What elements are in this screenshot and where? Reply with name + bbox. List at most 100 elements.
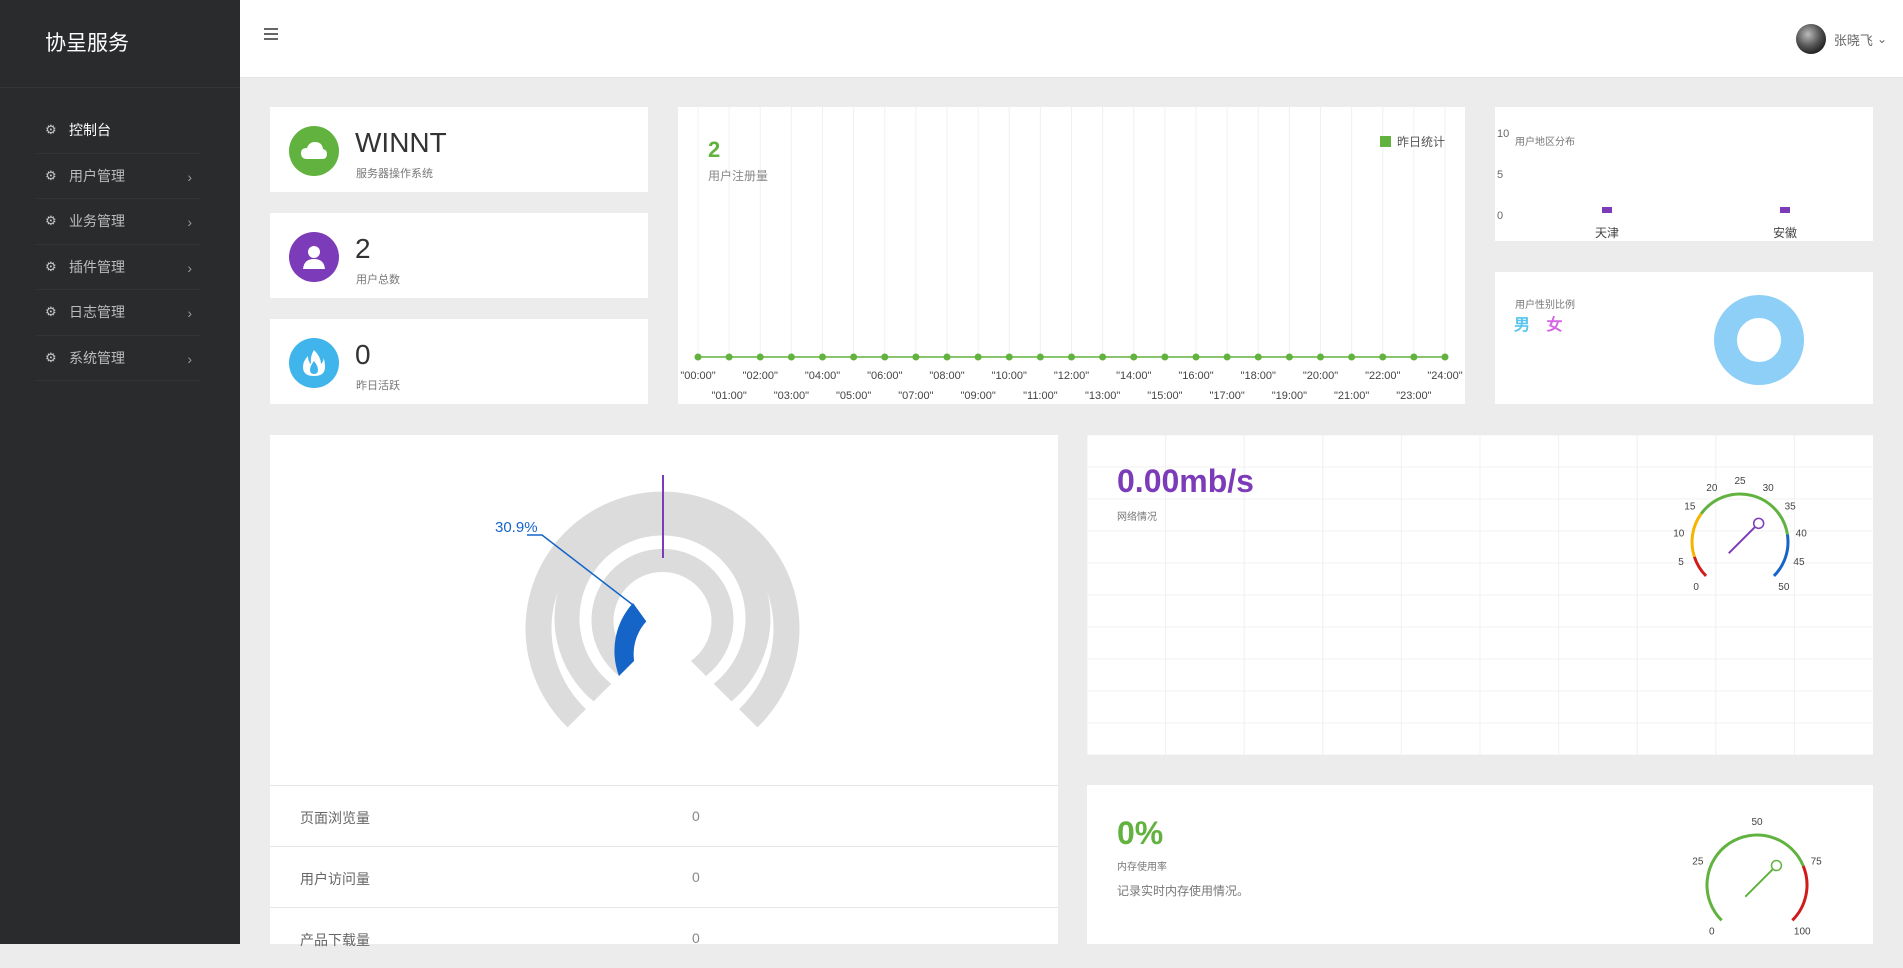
data-point <box>1379 353 1387 361</box>
sidebar-item-plugin-management[interactable]: ⚙ 插件管理 › <box>36 245 200 290</box>
avatar[interactable] <box>1795 24 1826 54</box>
x-tick-label: "09:00" <box>960 390 995 402</box>
gauge-value-arc[interactable] <box>614 603 647 676</box>
chevron-right-icon: › <box>187 350 192 367</box>
gauge-arc <box>1692 556 1708 578</box>
gauge-tick-label: 100 <box>1794 926 1811 937</box>
row-key: 产品下载量 <box>300 932 370 948</box>
sidebar-item-label: 控制台 <box>69 122 111 139</box>
gauge-needle-cap <box>1752 517 1765 530</box>
sidebar-item-dashboard[interactable]: ⚙ 控制台 <box>36 108 200 154</box>
x-tick-label: "03:00" <box>774 390 809 402</box>
sidebar-item-label: 插件管理 <box>69 258 125 275</box>
chevron-down-icon[interactable]: ⌄ <box>1877 32 1887 46</box>
legend-swatch <box>1379 136 1391 147</box>
traffic-card: 30.9% 页面浏览量 0 用户访问量 0 产品下载量 0 <box>270 435 1058 948</box>
active-value: 0 <box>355 339 371 370</box>
x-tick-label: "13:00" <box>1085 390 1120 402</box>
data-point <box>1441 353 1449 361</box>
gear-icon: ⚙ <box>45 304 57 320</box>
data-point <box>787 353 795 361</box>
legend-label: 昨日统计 <box>1396 135 1445 149</box>
table-row: 用户访问量 0 <box>270 846 1058 907</box>
x-tick-label: 天津 <box>1595 226 1619 240</box>
region-title: 用户地区分布 <box>1515 137 1575 148</box>
user-total-value: 2 <box>355 233 371 264</box>
gauge-arc <box>1705 833 1805 922</box>
x-tick-label: "04:00" <box>805 370 840 382</box>
data-point <box>819 353 826 361</box>
gauge-percentage-label: 30.9% <box>495 519 538 536</box>
os-value: WINNT <box>355 127 447 158</box>
gear-icon: ⚙ <box>45 122 57 138</box>
data-point <box>912 353 920 361</box>
gauge-tick-label: 40 <box>1796 528 1808 539</box>
gauge-tick-label: 50 <box>1778 582 1790 593</box>
gauge-tick-label: 20 <box>1706 483 1718 494</box>
gauge-tick-label: 75 <box>1811 857 1823 868</box>
gauge-tick-label: 0 <box>1709 926 1715 937</box>
gauge-tick-label: 50 <box>1751 817 1763 828</box>
data-point <box>1161 353 1169 361</box>
x-tick-label: "18:00" <box>1241 370 1276 382</box>
data-point <box>1317 353 1324 361</box>
memory-value: 0% <box>1117 815 1164 851</box>
data-point <box>943 353 951 361</box>
gear-icon: ⚙ <box>45 213 57 229</box>
chevron-right-icon: › <box>187 305 192 321</box>
sidebar-item-label: 用户管理 <box>69 167 125 184</box>
gauge-arc <box>1772 534 1790 578</box>
data-point <box>1285 353 1293 361</box>
sidebar: 协呈服务 ⚙ 控制台 ⚙ 用户管理 › ⚙ 业务管理 › ⚙ 插件管理 › ⚙ … <box>0 0 240 944</box>
gauge-tick-label: 30 <box>1763 483 1775 494</box>
x-tick-label: "24:00" <box>1427 370 1462 382</box>
sidebar-item-label: 系统管理 <box>69 349 125 366</box>
x-tick-label: "16:00" <box>1178 370 1213 382</box>
bar <box>1780 207 1790 213</box>
sidebar-menu: ⚙ 控制台 ⚙ 用户管理 › ⚙ 业务管理 › ⚙ 插件管理 › ⚙ 日志管理 … <box>36 108 200 381</box>
sidebar-item-business-management[interactable]: ⚙ 业务管理 › <box>36 199 200 245</box>
row-value: 0 <box>692 869 700 885</box>
gauge-tick-label: 35 <box>1785 502 1797 513</box>
network-speed-gauge: 0 5 10 15 20 25 30 35 40 45 50 <box>1673 476 1808 593</box>
x-tick-label: "15:00" <box>1147 390 1182 402</box>
chevron-right-icon: › <box>187 168 192 185</box>
region-chart-card: 10 5 0 天津 安徽 用户地区分布 <box>1495 107 1873 241</box>
user-total-card: 2 用户总数 <box>270 213 648 298</box>
gauge-needle <box>1728 522 1760 554</box>
sidebar-item-log-management[interactable]: ⚙ 日志管理 › <box>36 290 200 336</box>
x-tick-label: "19:00" <box>1272 390 1307 402</box>
data-point <box>694 353 702 361</box>
gauge-arc <box>1690 512 1703 558</box>
table-row: 产品下载量 0 <box>270 907 1058 968</box>
sidebar-item-system-management[interactable]: ⚙ 系统管理 › <box>36 336 200 381</box>
registration-line-chart: "00:00" "02:00" "04:00" "06:00" "08:00" "10:0… <box>680 107 1463 402</box>
data-point <box>974 353 982 361</box>
data-point <box>1005 353 1013 361</box>
user-name[interactable]: 张晓飞 <box>1834 30 1873 49</box>
data-point <box>1099 353 1107 361</box>
pie-slice <box>1714 295 1804 385</box>
network-value: 0.00mb/s <box>1117 463 1254 499</box>
registration-label: 用户注册量 <box>708 169 769 183</box>
user-total-label: 用户总数 <box>356 274 400 286</box>
active-label: 昨日活跃 <box>356 380 400 392</box>
user-menu[interactable]: 张晓飞 ⌄ <box>1795 24 1887 54</box>
x-tick-label: "12:00" <box>1054 370 1089 382</box>
x-tick-label: "21:00" <box>1334 390 1369 402</box>
memory-description: 记录实时内存使用情况。 <box>1117 884 1250 898</box>
memory-card: 0% 内存使用率 记录实时内存使用情况。 0 25 50 75 100 <box>1087 785 1873 944</box>
sidebar-item-label: 业务管理 <box>69 213 125 230</box>
gauge-arc <box>1699 492 1789 535</box>
x-tick-label: "11:00" <box>1023 390 1058 402</box>
gauge-tick-label: 10 <box>1673 528 1685 539</box>
data-point <box>850 353 858 361</box>
x-tick-label: "20:00" <box>1303 370 1338 382</box>
memory-label: 内存使用率 <box>1117 862 1167 873</box>
sidebar-item-user-management[interactable]: ⚙ 用户管理 › <box>36 154 200 199</box>
data-point <box>1223 353 1231 361</box>
fire-icon <box>289 338 339 388</box>
user-icon <box>289 232 339 282</box>
chart-legend[interactable]: 昨日统计 <box>1379 133 1445 150</box>
menu-toggle-icon[interactable] <box>264 28 278 40</box>
